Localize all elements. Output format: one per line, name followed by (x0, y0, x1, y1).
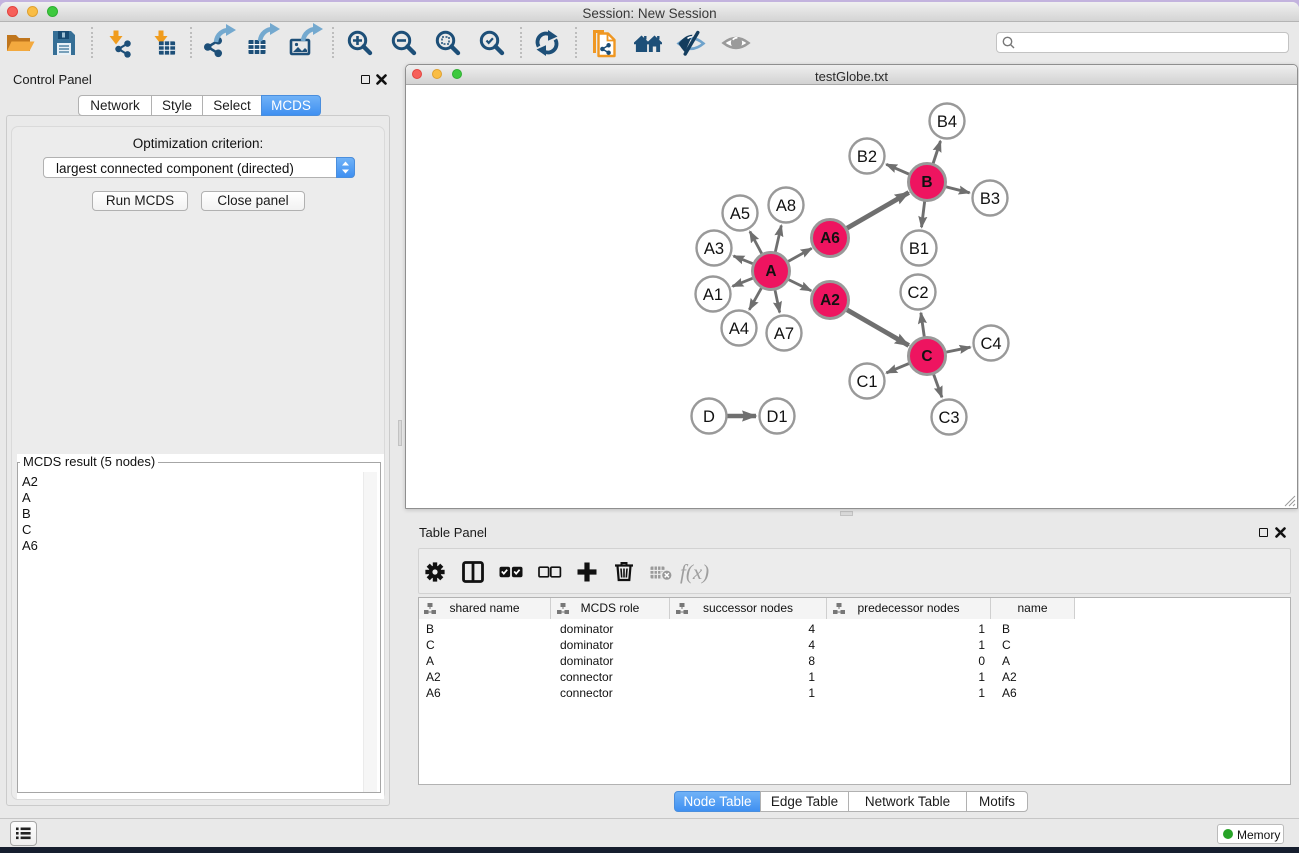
svg-text:D1: D1 (766, 408, 787, 426)
svg-text:C3: C3 (938, 409, 959, 427)
svg-text:A3: A3 (704, 240, 724, 258)
svg-text:C1: C1 (856, 373, 877, 391)
svg-text:B3: B3 (980, 190, 1000, 208)
svg-text:A7: A7 (774, 325, 794, 343)
svg-text:f(x): f(x) (680, 560, 709, 584)
svg-text:A4: A4 (729, 320, 749, 338)
svg-text:A5: A5 (730, 205, 750, 223)
svg-text:C4: C4 (980, 335, 1001, 353)
svg-text:B1: B1 (909, 240, 929, 258)
svg-text:B2: B2 (857, 148, 877, 166)
svg-text:A8: A8 (776, 197, 796, 215)
svg-text:A: A (765, 263, 776, 280)
svg-text:A6: A6 (820, 230, 840, 247)
svg-text:A1: A1 (703, 286, 723, 304)
svg-text:B4: B4 (937, 113, 957, 131)
svg-text:D: D (703, 408, 715, 426)
svg-text:C2: C2 (907, 284, 928, 302)
svg-text:C: C (921, 348, 932, 365)
svg-text:A2: A2 (820, 292, 840, 309)
svg-text:B: B (921, 174, 932, 191)
